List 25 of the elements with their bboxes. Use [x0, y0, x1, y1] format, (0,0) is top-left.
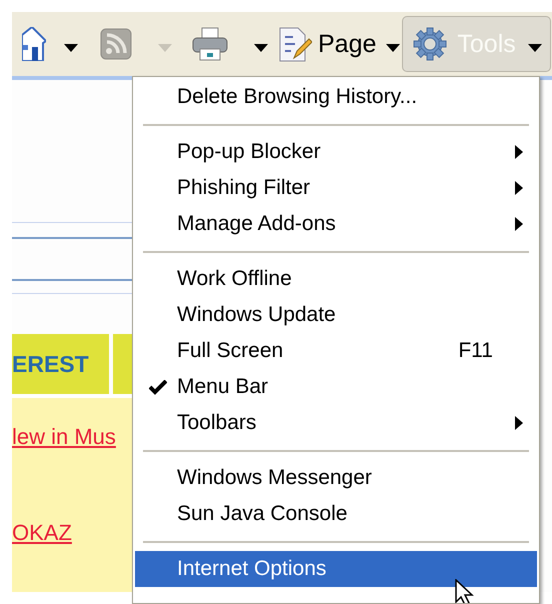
menu-item[interactable]: Full Screen F11 [135, 333, 537, 369]
menu-item[interactable]: Windows Update [135, 297, 537, 333]
menu-item[interactable]: Phishing Filter [135, 170, 537, 206]
document-pencil-icon [278, 26, 312, 62]
menu-item[interactable]: Delete Browsing History... [135, 79, 537, 115]
feed-icon [100, 28, 132, 60]
menu-item[interactable]: Manage Add-ons [135, 206, 537, 242]
menu-item[interactable]: Windows Messenger [135, 460, 537, 496]
menu-item[interactable]: Pop-up Blocker [135, 134, 537, 170]
menu-item[interactable]: Toolbars [135, 405, 537, 441]
menu-item[interactable]: Internet Options [135, 551, 537, 587]
category-tab[interactable]: EREST [12, 334, 109, 394]
house-icon [22, 27, 46, 61]
menu-item[interactable]: Work Offline [135, 261, 537, 297]
link[interactable]: lew in Mus [12, 424, 116, 450]
dropdown-caret-icon[interactable] [386, 44, 400, 52]
dropdown-caret-icon[interactable] [528, 44, 542, 52]
menu-item[interactable]: Sun Java Console [135, 496, 537, 532]
dropdown-caret-icon[interactable] [254, 44, 268, 52]
page-toolbar-button[interactable]: Page [278, 16, 400, 72]
dropdown-caret-icon[interactable] [64, 44, 78, 52]
printer-icon [192, 27, 228, 61]
gear-icon [413, 27, 448, 61]
link[interactable]: OKAZ [12, 520, 72, 546]
menu-item[interactable]: Menu Bar [135, 369, 537, 405]
